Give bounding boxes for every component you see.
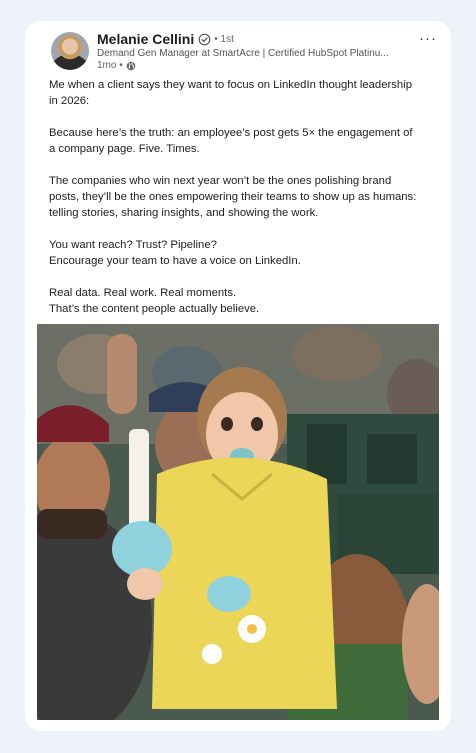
post-paragraph: The companies who win next year won’t be… [49,173,439,221]
post-line: posts, they’ll be the ones empowering th… [49,191,417,203]
post-line: The companies who win next year won’t be… [49,175,392,187]
post-line: Real data. Real work. Real moments. [49,287,237,299]
post-paragraph: Real data. Real work. Real moments. That… [49,285,439,317]
post-line: That’s the content people actually belie… [49,303,260,315]
gif-illustration [37,324,439,720]
post-text: Me when a client says they want to focus… [49,77,439,317]
post-header: Melanie Cellini • 1st Demand Gen Manager… [51,30,437,76]
author-avatar[interactable] [51,32,89,70]
post-card: Melanie Cellini • 1st Demand Gen Manager… [25,21,451,731]
globe-icon [126,61,136,71]
post-paragraph: You want reach? Trust? Pipeline? Encoura… [49,237,439,269]
connection-degree: • 1st [214,33,234,45]
author-headline: Demand Gen Manager at SmartAcre | Certif… [97,48,389,59]
post-line: a company page. Five. Times. [49,143,200,155]
author-line: Melanie Cellini • 1st [97,31,234,47]
more-options-button[interactable]: ··· [419,30,437,47]
verified-badge-icon [198,33,211,46]
post-paragraph: Because here’s the truth: an employee’s … [49,125,439,157]
post-meta: 1mo • [97,60,136,71]
post-line: Encourage your team to have a voice on L… [49,255,301,267]
post-time: 1mo • [97,60,123,71]
post-paragraph: Me when a client says they want to focus… [49,77,439,109]
more-options-icon: ··· [419,30,437,47]
author-name[interactable]: Melanie Cellini [97,31,194,47]
post-line: in 2026: [49,95,90,107]
post-line: telling stories, sharing insights, and s… [49,207,319,219]
post-line: Me when a client says they want to focus… [49,79,412,91]
post-gif[interactable] [37,324,439,720]
post-line: Because here’s the truth: an employee’s … [49,127,413,139]
post-line: You want reach? Trust? Pipeline? [49,239,217,251]
